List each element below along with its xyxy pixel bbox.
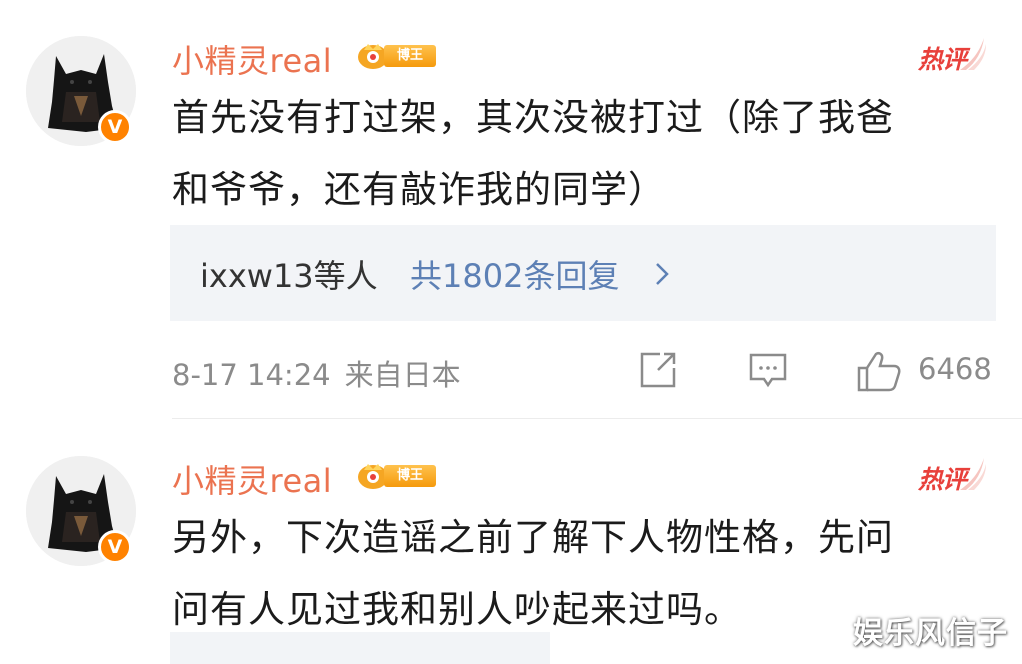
comment-item: V 小精灵real 博王 热评 首先没有打过架，其次没被打过（除了我爸 和爷爷，… [0,0,1022,420]
level-badge-label: 博王 [384,465,436,487]
repost-icon[interactable] [638,350,678,390]
divider [172,418,1022,419]
comment-text: 首先没有打过架，其次没被打过（除了我爸 和爷爷，还有敲诈我的同学） [172,82,1002,226]
reply-users: ixxw13等人 [200,257,378,295]
replies-preview[interactable] [170,632,550,664]
flame-icon [960,38,986,70]
hot-comment-tag: 热评 [918,36,988,76]
verified-badge: V [98,530,132,564]
comment-icon[interactable] [748,350,788,390]
flame-icon [960,458,986,490]
comment-line: 和爷爷，还有敲诈我的同学） [172,168,666,211]
comment-line: 首先没有打过架，其次没被打过（除了我爸 [172,96,894,139]
timestamp: 8-17 14:24 [172,358,331,392]
thumbs-up-icon[interactable] [856,350,902,392]
level-badge-label: 博王 [384,45,436,67]
level-badge: 博王 [356,460,436,490]
watermark: 娱乐风信子 [853,616,1008,651]
username-link[interactable]: 小精灵real [172,36,332,82]
comment-line: 另外，下次造谣之前了解下人物性格，先问 [172,516,894,559]
like-count: 6468 [918,352,992,386]
source-label: 来自日本 [344,358,461,392]
level-badge: 博王 [356,40,436,70]
hot-comment-tag: 热评 [918,456,988,496]
verified-badge: V [98,110,132,144]
chevron-right-icon [656,263,669,285]
replies-preview[interactable]: ixxw13等人 共1802条回复 [170,225,996,321]
reply-count-link[interactable]: 共1802条回复 [410,251,619,297]
username-link[interactable]: 小精灵real [172,456,332,502]
comment-meta: 8-17 14:24 来自日本 [172,352,461,394]
